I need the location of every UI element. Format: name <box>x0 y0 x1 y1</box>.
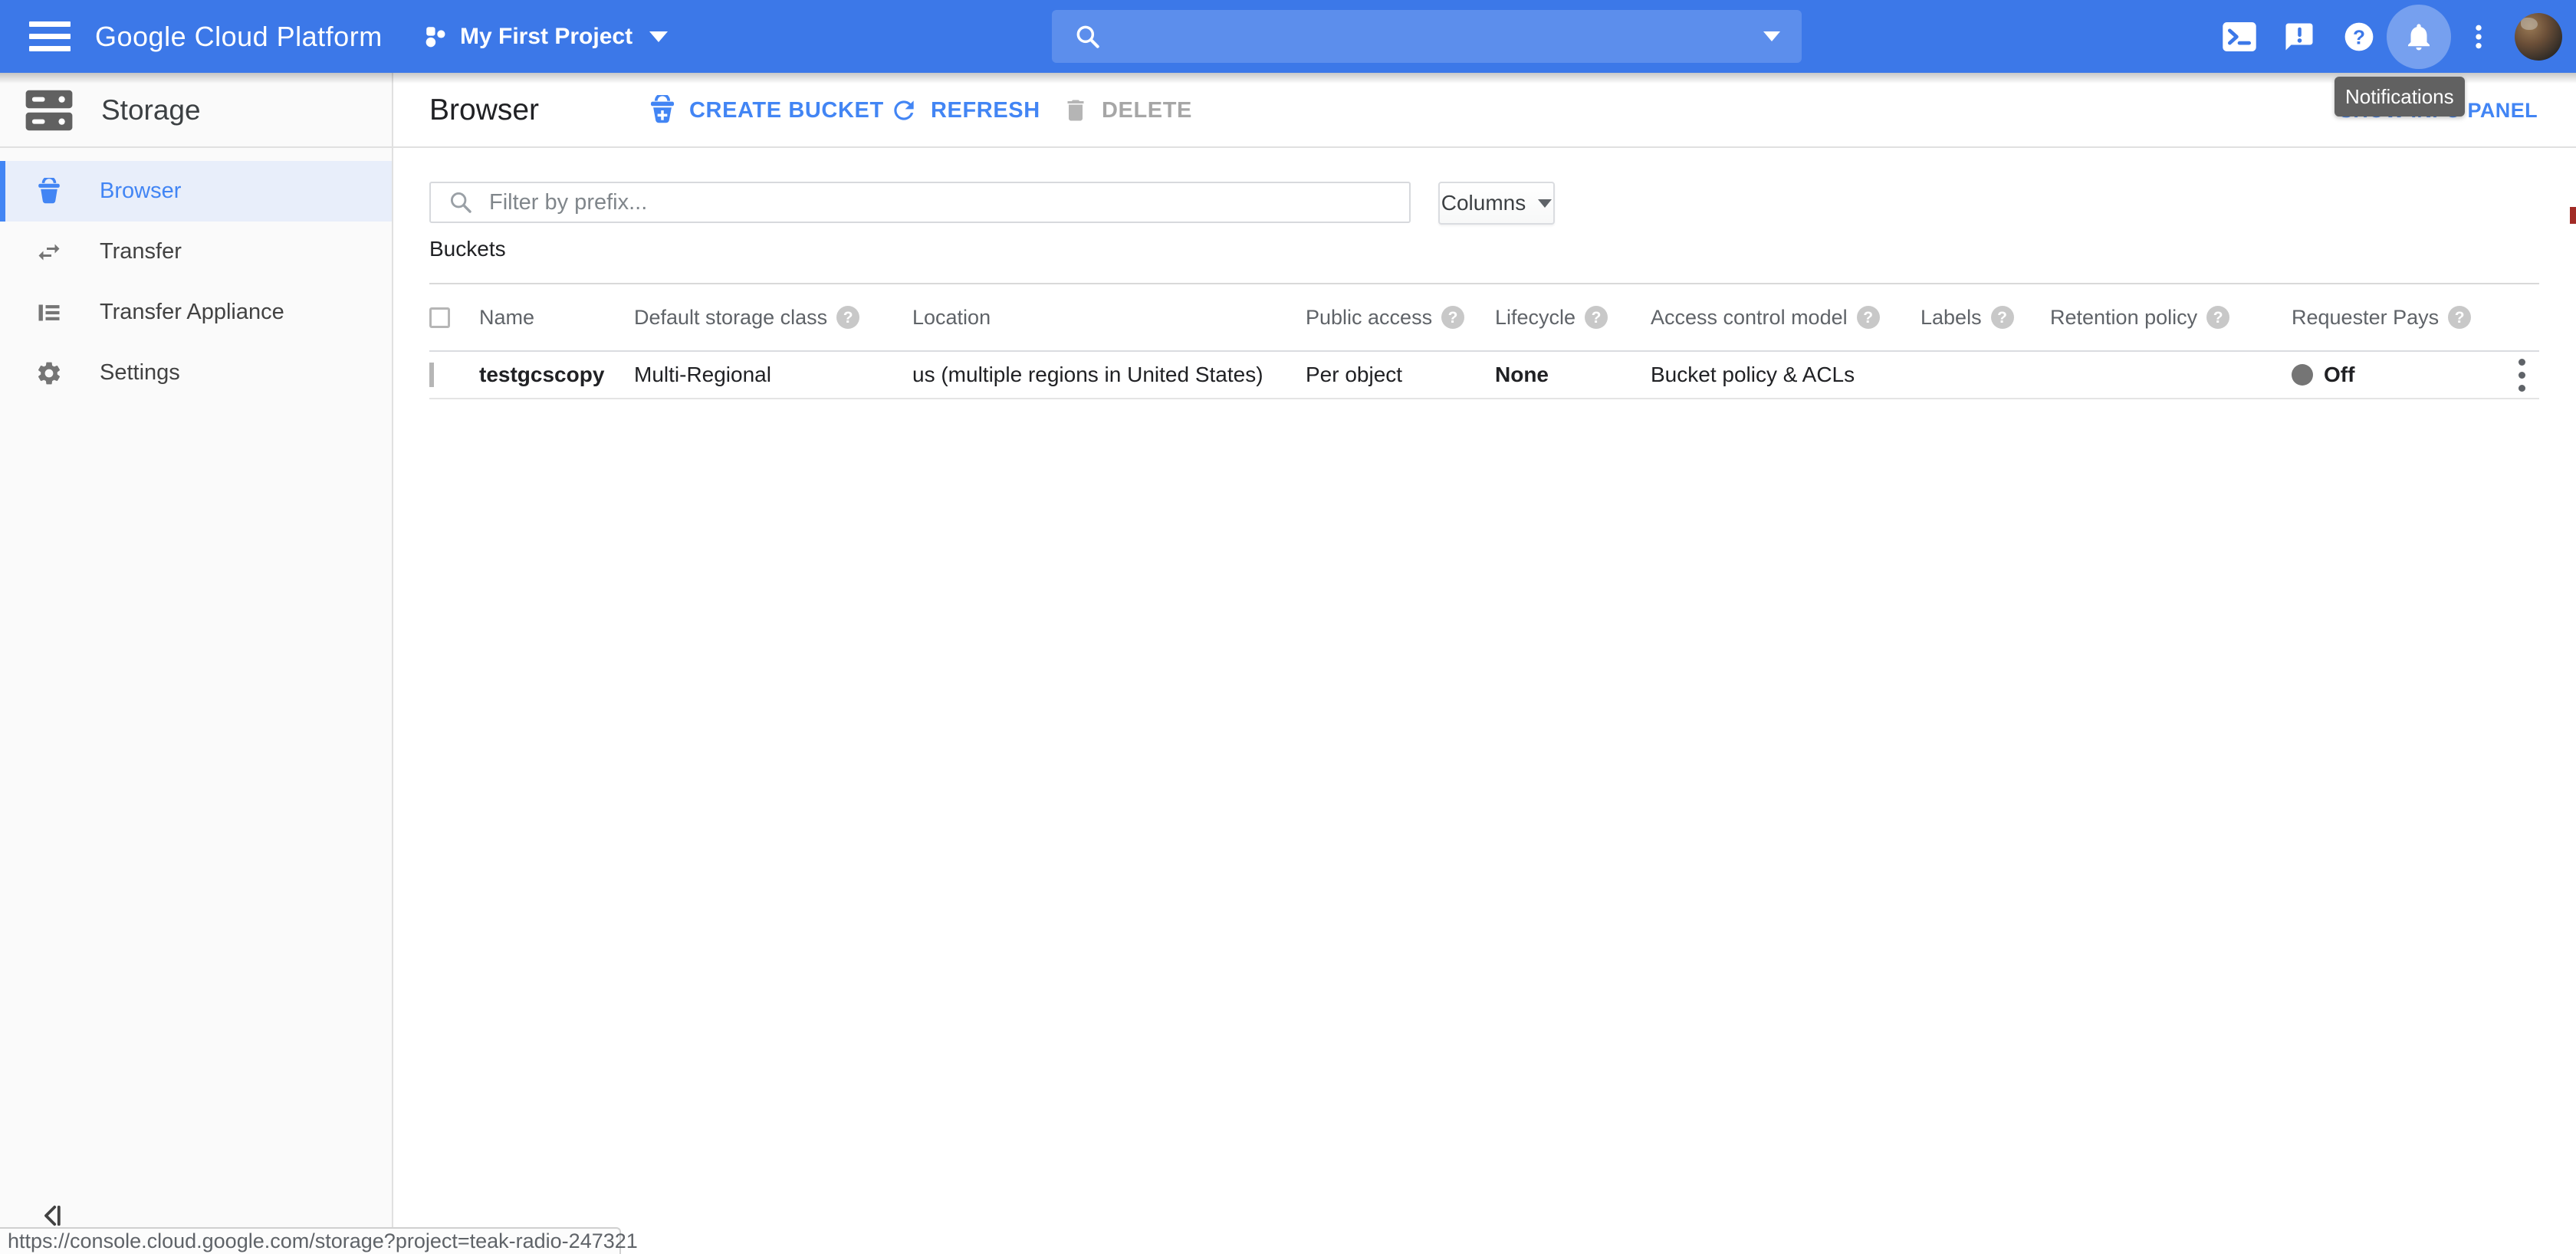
filter-input-container <box>429 182 1411 223</box>
table-header-row: Name Default storage class ? Location Pu… <box>429 284 2539 352</box>
transfer-appliance-icon <box>34 299 64 327</box>
column-header-retention-policy[interactable]: Retention policy ? <box>2050 306 2292 330</box>
sidebar: Browser Transfer <box>0 148 393 1254</box>
create-bucket-button[interactable]: CREATE BUCKET <box>648 73 884 148</box>
main-content: Columns Buckets Name Default storage cla… <box>393 148 2576 1254</box>
delete-button[interactable]: DELETE <box>1062 73 1192 148</box>
column-header-requester-pays[interactable]: Requester Pays ? <box>2292 306 2484 330</box>
column-header-name[interactable]: Name <box>479 306 634 330</box>
refresh-icon <box>889 96 918 125</box>
feedback-button[interactable] <box>2269 0 2329 73</box>
columns-button[interactable]: Columns <box>1438 182 1555 225</box>
help-icon[interactable]: ? <box>836 306 859 329</box>
notifications-bell-icon <box>2404 21 2434 52</box>
notifications-tooltip: Notifications <box>2334 77 2465 117</box>
delete-icon <box>1062 96 1089 125</box>
notifications-button[interactable] <box>2389 0 2449 73</box>
search-icon <box>1073 22 1102 51</box>
cell-lifecycle: None <box>1495 363 1651 387</box>
gear-icon <box>34 359 64 387</box>
columns-caret-icon <box>1538 199 1552 208</box>
more-vertical-icon <box>2463 21 2494 52</box>
table-row: testgcscopy Multi-Regional us (multiple … <box>429 352 2539 399</box>
requester-pays-value: Off <box>2324 363 2354 387</box>
header-icon-group: ? <box>2210 0 2576 73</box>
column-header-access-control-model[interactable]: Access control model ? <box>1651 306 1921 330</box>
help-icon[interactable]: ? <box>1585 306 1608 329</box>
feedback-icon <box>2283 21 2315 53</box>
gcp-logo[interactable]: Google Cloud Platform <box>95 0 383 73</box>
help-icon[interactable]: ? <box>1857 306 1880 329</box>
sidebar-item-label: Transfer <box>100 239 182 264</box>
cloud-shell-icon <box>2223 22 2256 51</box>
select-all-checkbox[interactable] <box>429 307 450 328</box>
buckets-table: Name Default storage class ? Location Pu… <box>429 283 2539 399</box>
collapse-sidebar-icon <box>40 1202 64 1229</box>
delete-label: DELETE <box>1102 98 1192 123</box>
svg-text:?: ? <box>2353 25 2365 48</box>
sidebar-item-label: Settings <box>100 360 180 386</box>
storage-product-icon <box>23 88 75 133</box>
sidebar-item-transfer[interactable]: Transfer <box>0 222 393 282</box>
column-header-default-storage-class[interactable]: Default storage class ? <box>634 306 912 330</box>
bucket-icon <box>34 178 64 205</box>
bucket-name-link[interactable]: testgcscopy <box>479 363 634 387</box>
gcp-console: Google Cloud Platform My First Project <box>0 0 2576 1254</box>
help-icon[interactable]: ? <box>1441 306 1464 329</box>
transfer-icon <box>34 238 64 266</box>
project-selector[interactable]: My First Project <box>423 0 668 73</box>
columns-button-label: Columns <box>1441 191 1526 215</box>
cell-public-access: Per object <box>1306 363 1495 387</box>
help-icon[interactable]: ? <box>1991 306 2014 329</box>
row-checkbox[interactable] <box>429 363 434 387</box>
column-header-public-access[interactable]: Public access ? <box>1306 306 1495 330</box>
create-bucket-label: CREATE BUCKET <box>689 98 884 123</box>
sidebar-item-transfer-appliance[interactable]: Transfer Appliance <box>0 282 393 343</box>
sidebar-item-label: Browser <box>100 179 181 204</box>
help-icon: ? <box>2343 21 2375 53</box>
secondary-bar: Storage Browser CREATE BUCKET REFRESH D <box>0 73 2576 148</box>
help-button[interactable]: ? <box>2329 0 2389 73</box>
row-menu-button[interactable] <box>2504 359 2539 392</box>
edge-artifact <box>2570 207 2576 224</box>
cell-access-control-model: Bucket policy & ACLs <box>1651 363 1921 387</box>
search-dropdown-icon[interactable] <box>1763 31 1780 41</box>
filter-search-icon <box>448 189 474 215</box>
sidebar-item-browser[interactable]: Browser <box>0 161 393 222</box>
cell-default-storage-class: Multi-Regional <box>634 363 912 387</box>
help-icon[interactable]: ? <box>2206 306 2229 329</box>
cell-location: us (multiple regions in United States) <box>912 363 1306 387</box>
column-header-location[interactable]: Location <box>912 306 1306 330</box>
project-icon <box>423 24 449 50</box>
avatar[interactable] <box>2515 13 2562 61</box>
cell-requester-pays: Off <box>2292 363 2484 387</box>
global-search[interactable] <box>1052 10 1802 63</box>
status-dot-icon <box>2292 364 2313 386</box>
app-header: Google Cloud Platform My First Project <box>0 0 2576 73</box>
hamburger-menu-icon[interactable] <box>29 21 71 52</box>
filter-input[interactable] <box>489 190 1371 215</box>
column-header-lifecycle[interactable]: Lifecycle ? <box>1495 306 1651 330</box>
sidebar-nav: Browser Transfer <box>0 161 393 403</box>
browser-status-bar: https://console.cloud.google.com/storage… <box>0 1227 621 1254</box>
refresh-label: REFRESH <box>931 98 1040 123</box>
help-icon[interactable]: ? <box>2448 306 2471 329</box>
sidebar-item-label: Transfer Appliance <box>100 300 284 325</box>
buckets-section-label: Buckets <box>429 237 506 261</box>
chevron-down-icon <box>649 31 668 42</box>
more-options-button[interactable] <box>2449 0 2509 73</box>
product-name: Storage <box>101 94 201 126</box>
page-title: Browser <box>429 73 539 148</box>
project-name: My First Project <box>460 24 632 50</box>
create-bucket-icon <box>648 95 677 126</box>
cloud-shell-button[interactable] <box>2210 0 2269 73</box>
product-header: Storage <box>0 73 393 148</box>
refresh-button[interactable]: REFRESH <box>889 73 1040 148</box>
status-url: https://console.cloud.google.com/storage… <box>8 1229 638 1253</box>
sidebar-item-settings[interactable]: Settings <box>0 343 393 403</box>
column-header-labels[interactable]: Labels ? <box>1921 306 2050 330</box>
